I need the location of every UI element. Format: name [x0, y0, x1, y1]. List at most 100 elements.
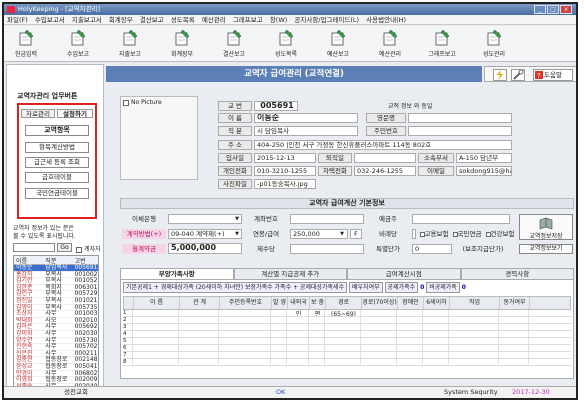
method-select[interactable]: 09-040 계약제(+) [168, 229, 242, 239]
dependent-cell [397, 352, 423, 358]
dependent-row[interactable]: 3 [123, 324, 571, 331]
toolbar-button[interactable]: 그래프보고 [426, 29, 458, 60]
minimize-button[interactable]: _ [534, 5, 546, 14]
toolbar-button[interactable]: 헌금입력 [10, 29, 42, 60]
bank-select[interactable] [168, 214, 242, 224]
dependent-row[interactable]: 5 [123, 338, 571, 345]
dependent-cell [309, 359, 325, 365]
dependent-cell [219, 345, 271, 351]
tab-settings[interactable]: 설정하기 [57, 109, 93, 118]
resident-field[interactable] [408, 126, 512, 136]
menu-members[interactable]: 성도목록 [171, 16, 195, 24]
salary-table-button[interactable]: 급호테이블 [25, 172, 89, 183]
menu-settlement[interactable]: 결산보고 [140, 16, 164, 24]
menu-graph[interactable]: 그래프보고 [233, 16, 263, 24]
hire-date-field[interactable]: 2015-12-13 [254, 153, 316, 163]
insure2-checkbox[interactable]: 국민연금 [450, 229, 484, 239]
toolbar-button[interactable]: 성도관리 [478, 29, 510, 60]
pension-table-button[interactable]: 국민연금테이블 [25, 188, 89, 199]
dependent-row[interactable]: 7 [123, 352, 571, 359]
dependent-cell [449, 338, 499, 344]
f-button[interactable]: F [350, 229, 362, 239]
code-field[interactable]: 005691 [254, 101, 298, 111]
tab-deductions[interactable]: 계산별 지급공제 추가 [233, 268, 347, 279]
dependent-cell [133, 345, 179, 351]
special-rate-field[interactable]: 0 [412, 244, 452, 254]
tax-register-button[interactable]: 급근세 등록 조회 [25, 157, 89, 168]
dependents-col-header: 동거여부 [500, 297, 530, 309]
toolbar-button[interactable]: 지출보고 [114, 29, 146, 60]
menu-income[interactable]: 수입보고서 [35, 16, 65, 24]
left-info: 교역자 정보가 있는 분은 볼 수 있도록 표시됩니다. [13, 225, 101, 241]
dependent-cell: 5 [123, 338, 133, 344]
account-field[interactable] [290, 214, 364, 224]
menu-budget[interactable]: 예산관리 [202, 16, 226, 24]
retired-checkbox[interactable]: 계자자 [76, 244, 101, 253]
tab-data[interactable]: 자료관리 [21, 109, 55, 118]
dependent-cell [179, 359, 219, 365]
dependent-row[interactable]: 2 [123, 317, 571, 324]
eng-name-field[interactable] [408, 113, 512, 123]
menu-file[interactable]: 파일(F) [7, 16, 28, 24]
menu-help[interactable]: 사용법안내(H) [366, 16, 406, 24]
dependents-col-header: 관 계 [180, 297, 220, 309]
position-field[interactable]: 시 담임목사 [254, 126, 358, 136]
allowance-field[interactable] [290, 244, 364, 254]
help-label: 도움말 [544, 71, 562, 79]
dependent-row[interactable]: 1 [123, 310, 571, 317]
insure3-checkbox[interactable]: 건강보험 [484, 229, 516, 239]
dependents-col-header: 경로(70이상) [362, 297, 398, 309]
go-button[interactable]: Go [57, 243, 72, 252]
retire-date-label: 퇴직일 [318, 153, 352, 163]
toolbar-button[interactable]: 결산보고 [218, 29, 250, 60]
address-field[interactable]: 404-250 |인천 서구 가정동 한신휴플러스아파트 114동 802호 [254, 140, 512, 150]
tab-dependents[interactable]: 부양가족사항 [120, 268, 234, 279]
toolbar-button[interactable]: 예산관리 [374, 29, 406, 60]
save-staff-button[interactable]: 교역정보저장 [519, 214, 573, 240]
wrench-icon[interactable] [511, 69, 525, 81]
church-tel-field[interactable]: 010-3210-1255 [254, 166, 316, 176]
dependent-cell [397, 359, 423, 365]
depositor-field[interactable] [412, 214, 510, 224]
mobile-field[interactable]: 032-246-1255 [354, 166, 416, 176]
menu-notice[interactable]: 공지사항/업그레이드(L) [294, 16, 359, 24]
dependents-header: 이 름관 계 주민등록번호 말 영 내외국인 보 충 편 경로(65~69) 경로(70이상… [123, 296, 571, 318]
tab-career[interactable]: 경력사항 [460, 268, 574, 279]
email-field[interactable]: sokdong915@hanmail.net [456, 166, 512, 176]
item-calc-method-button[interactable]: 항목계산방법 [25, 142, 89, 153]
menu-window[interactable]: 창(W) [270, 16, 287, 24]
salary-items-button[interactable]: 교역항목 [25, 125, 89, 136]
pen-ledger-icon [19, 29, 34, 46]
menu-expense[interactable]: 지출보고서 [72, 16, 102, 24]
name-field[interactable]: 이동순 [254, 113, 358, 123]
dependent-row[interactable]: 8 [123, 359, 571, 366]
photo-file-field[interactable]: -p01동숭목사.jpg [254, 179, 316, 189]
dependent-cell [423, 338, 449, 344]
tab-calc-point[interactable]: 급여계산시점 [347, 268, 461, 279]
retire-date-field[interactable] [354, 153, 416, 163]
search-input[interactable] [13, 243, 55, 252]
help-button[interactable]: ? 도움말 [533, 69, 573, 81]
no-picture-checkbox[interactable]: No Picture [123, 99, 162, 106]
ratio-field[interactable] [412, 229, 416, 239]
toolbar-button[interactable]: 회계장부 [166, 29, 198, 60]
staff-cell: 정진일 [16, 296, 33, 304]
dependent-row[interactable]: 6 [123, 345, 571, 352]
toolbar-button[interactable]: 예산보고 [322, 29, 354, 60]
dept-field[interactable]: A-150 담년부 [456, 153, 512, 163]
dependent-row[interactable]: 4 [123, 331, 571, 338]
toolbar-button[interactable]: 성도목록 [270, 29, 302, 60]
dependent-cell [133, 338, 179, 344]
close-button[interactable]: × [560, 5, 572, 14]
dependent-cell [325, 331, 361, 337]
toolbar-button[interactable]: 수입보고 [62, 29, 94, 60]
lightning-icon[interactable] [493, 69, 507, 81]
menu-ledger[interactable]: 회계장부 [109, 16, 133, 24]
monthly-pay-field[interactable]: 5,000,000 [168, 243, 242, 254]
maximize-button[interactable]: □ [547, 5, 559, 14]
dependents-col-header: 이 름 [134, 297, 180, 309]
view-staff-button[interactable]: 교역정보보기 [519, 244, 573, 254]
photo-box[interactable]: No Picture [120, 96, 198, 180]
insure1-checkbox[interactable]: 고용보험 [418, 229, 450, 239]
pen-ledger-icon [175, 29, 190, 46]
